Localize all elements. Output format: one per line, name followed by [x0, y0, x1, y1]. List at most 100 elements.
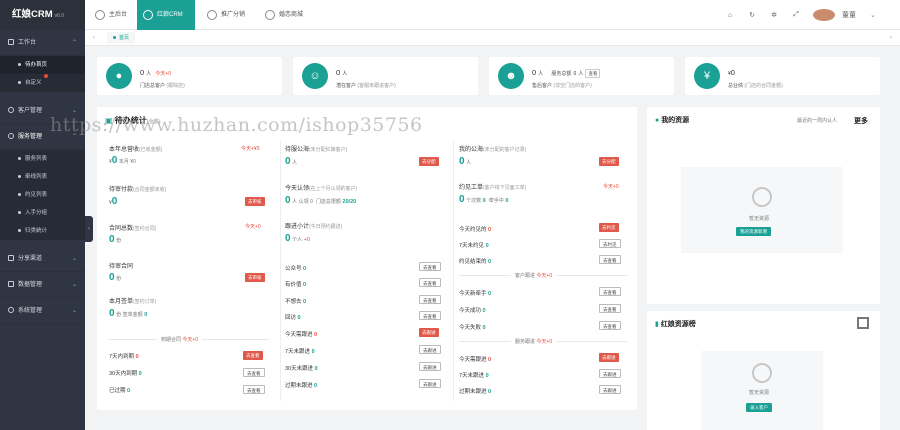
assign-public-button[interactable]: 去分配 — [419, 157, 439, 166]
right-meet-row-1-button[interactable]: 去约见 — [599, 239, 621, 248]
sidebar-group-system[interactable]: 系统管理 ⌄ — [0, 298, 85, 324]
sidebar-item-meeting-list[interactable]: 约见列表 — [0, 186, 85, 204]
stat-card-aftersale-customers: ☻ 0 人 服务总额 0 人 查看 售后客户 (非空门店的客户) — [489, 57, 674, 95]
more-link[interactable]: 更多 — [854, 116, 868, 126]
theme-icon[interactable]: ✲ — [763, 11, 785, 19]
empty-text: 暂无资源 — [749, 216, 770, 222]
contract-total-delta: 今天+0 — [245, 224, 261, 230]
ranking-panel: ▮ 红娘资源榜 暂无资源 录入客户 — [647, 311, 880, 430]
pending-contract-label: 待审合同 — [109, 264, 134, 270]
sidebar-group-workbench[interactable]: 工作台 ⌃ — [0, 30, 85, 56]
my-pool-value: 0 人 — [459, 156, 472, 167]
customer-follow-header: 客户跟进 今天+0 — [511, 272, 557, 279]
bar-chart-icon: ▮ — [655, 321, 659, 328]
user-menu[interactable]: 董董 ⌄ — [813, 9, 884, 21]
sidebar-item-service-list[interactable]: 服务列表 — [0, 150, 85, 168]
home-icon[interactable]: ⌂ — [719, 12, 741, 19]
tab-main-admin[interactable]: 主后台 — [89, 0, 137, 30]
right-follow-row-1: 今天成功 0 — [459, 308, 486, 314]
mid-row-6-button[interactable]: 去跟进 — [419, 362, 441, 371]
yen-icon: ¥ — [694, 63, 720, 89]
expire-30d-button[interactable]: 去查看 — [243, 368, 265, 377]
sidebar-group-channel[interactable]: 分享渠道 ⌄ — [0, 246, 85, 272]
expired-button[interactable]: 去查看 — [243, 385, 265, 394]
ranking-title: ▮ 红娘资源榜 — [655, 321, 696, 328]
my-resources-note: 最近的一周内认人 — [797, 118, 838, 124]
right-follow-row-0-button[interactable]: 去查看 — [599, 287, 621, 296]
sidebar: 红娘CRM v6.0 工作台 ⌃ 待办首页 自定义 客户管理 ⌄ 服务管理 ⌃ 服务列表… — [0, 0, 85, 430]
right-meet-row-0-button[interactable]: 去约见 — [599, 223, 619, 232]
right-meet-row-1: 7天未约见 0 — [459, 243, 489, 249]
sidebar-item-match-list[interactable]: 牵线列表 — [0, 168, 85, 186]
right-service-row-2: 过期未跟进 0 — [459, 389, 492, 395]
app-logo[interactable]: 红娘CRM v6.0 — [0, 0, 85, 30]
tab-home[interactable]: 首页 — [107, 32, 136, 44]
my-pool-label: 我的公海(未分配的客户记录) — [459, 147, 527, 153]
tab-distribution[interactable]: 推广分销 — [201, 0, 259, 30]
chevron-down-icon: ⌄ — [71, 256, 77, 262]
annual-revenue-label: 本年总营收(已收金额) — [109, 147, 163, 153]
tab-mall[interactable]: 婚恋商城 — [259, 0, 317, 30]
refresh-icon[interactable]: ↻ — [741, 11, 763, 19]
database-icon — [8, 281, 14, 288]
mid-row-4-button[interactable]: 去跟进 — [419, 328, 439, 337]
mid-row-1-button[interactable]: 去查看 — [419, 278, 441, 287]
sidebar-collapse-handle[interactable]: ‹ — [85, 216, 93, 242]
sidebar-group-data[interactable]: 数据管理 ⌄ — [0, 272, 85, 298]
sidebar-item-todo-home[interactable]: 待办首页 — [0, 56, 85, 74]
tab-scroll-right[interactable]: › — [884, 30, 898, 46]
fullscreen-icon[interactable]: ⤢ — [785, 11, 807, 19]
pending-payment-label: 待审付款(合同金额未收) — [109, 187, 167, 193]
user-icon — [8, 107, 14, 114]
share-icon — [207, 10, 217, 20]
chevron-down-icon: ⌄ — [71, 308, 77, 314]
mid-row-2-button[interactable]: 去查看 — [419, 295, 441, 304]
sad-face-icon — [752, 187, 772, 207]
assign-my-pool-button[interactable]: 去分配 — [599, 157, 619, 166]
right-service-row-2-button[interactable]: 去跟进 — [599, 385, 621, 394]
sidebar-item-custom[interactable]: 自定义 — [0, 74, 85, 92]
chevron-up-icon: ⌃ — [71, 40, 77, 46]
mid-row-0-button[interactable]: 去查看 — [419, 262, 441, 271]
todo-panel: ▣ 待办统计(全部) 本年总营收(已收金额) 今天+¥0 ¥0 本月 ¥0 待审… — [97, 107, 637, 410]
right-meet-row-2-button[interactable]: 去查看 — [599, 255, 621, 264]
mid-row-4: 今天需跟进 0 — [285, 332, 318, 338]
sad-face-icon — [752, 363, 772, 383]
mid-row-5-button[interactable]: 去跟进 — [419, 345, 441, 354]
meeting-orders-delta: 今天+0 — [603, 184, 619, 190]
mid-row-5: 7天未跟进 0 — [285, 349, 315, 355]
tab-crm[interactable]: 红娘CRM — [137, 0, 195, 30]
chevron-down-icon: ⌄ — [71, 282, 77, 288]
claim-today-value: 0 人 认领 0 门店总限额 20/20 — [285, 195, 357, 206]
sidebar-item-grouping[interactable]: 入手分组 — [0, 204, 85, 222]
add-customer-button[interactable]: 录入客户 — [746, 403, 772, 412]
review-contract-button[interactable]: 去审核 — [245, 273, 265, 282]
add-resource-button[interactable]: 我的资源新增 — [736, 227, 771, 236]
mid-row-0: 公众号 0 — [285, 266, 307, 272]
monthly-orders-value: 0 份 签单金额 0 — [109, 308, 148, 319]
expire-row-30d: 30天内到期 0 — [109, 371, 142, 377]
my-resources-panel: ● 我的资源 最近的一周内认人 更多 暂无资源 我的资源新增 — [647, 107, 880, 304]
meeting-orders-label: 约见工单(客户线下见面工单) — [459, 185, 527, 191]
stat-card-store-customers: ● 0 人今天+0 门店总客户 (跟踪店) — [97, 57, 282, 95]
person-icon: ● — [655, 117, 660, 124]
right-service-row-0-button[interactable]: 去跟进 — [599, 353, 619, 362]
claim-today-label: 今天认领(在上个月认领的客户) — [285, 186, 358, 192]
shop-icon — [265, 10, 275, 20]
mid-row-1: 有价值 0 — [285, 282, 307, 288]
right-service-row-1-button[interactable]: 去跟进 — [599, 369, 621, 378]
expiring-contracts-header: 到期合同 今天+0 — [157, 336, 203, 343]
right-follow-row-2-button[interactable]: 去查看 — [599, 321, 621, 330]
expire-7d-button[interactable]: 去查看 — [243, 351, 263, 360]
page-tab-strip: ‹ 首页 › — [85, 30, 900, 46]
review-payment-button[interactable]: 去审核 — [245, 197, 265, 206]
pending-payment-value: ¥0 — [109, 196, 118, 207]
mid-row-3-button[interactable]: 去查看 — [419, 311, 441, 320]
mid-row-7-button[interactable]: 去跟进 — [419, 379, 441, 388]
right-follow-row-1-button[interactable]: 去查看 — [599, 304, 621, 313]
share-icon — [8, 255, 14, 262]
view-button[interactable]: 查看 — [585, 69, 601, 78]
sidebar-item-statistics[interactable]: 归类统计 — [0, 222, 85, 240]
tab-scroll-left[interactable]: ‹ — [87, 30, 101, 46]
qr-code-icon[interactable] — [857, 317, 869, 329]
